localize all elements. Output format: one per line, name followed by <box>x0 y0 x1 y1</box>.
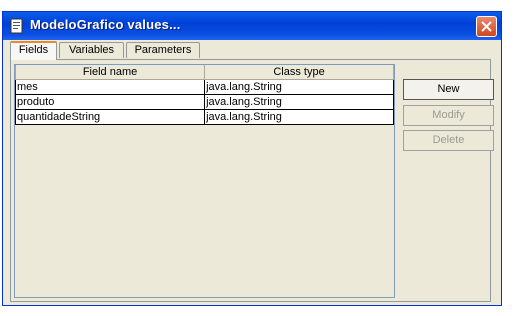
column-header-class-type[interactable]: Class type <box>204 65 394 80</box>
fields-table-container: Field name Class type mes java.lang.Stri… <box>14 64 395 298</box>
column-header-field-name[interactable]: Field name <box>14 65 206 80</box>
tab-fields[interactable]: Fields <box>10 41 57 60</box>
title-bar[interactable]: ModeloGrafico values... <box>3 12 501 40</box>
close-button[interactable] <box>476 16 497 37</box>
fields-panel: Field name Class type mes java.lang.Stri… <box>10 59 494 302</box>
fields-table: Field name Class type mes java.lang.Stri… <box>14 65 394 125</box>
dialog-window: ModeloGrafico values... Fields Variables… <box>2 11 502 306</box>
table-header-row: Field name Class type <box>14 65 394 80</box>
window-title: ModeloGrafico values... <box>30 17 181 32</box>
tab-parameters[interactable]: Parameters <box>126 42 200 58</box>
field-name-cell[interactable]: produto <box>14 94 206 110</box>
close-icon <box>481 21 492 32</box>
modify-button[interactable]: Modify <box>403 105 494 126</box>
tab-variables[interactable]: Variables <box>59 42 124 58</box>
class-type-cell[interactable]: java.lang.String <box>204 79 394 95</box>
class-type-cell[interactable]: java.lang.String <box>204 109 394 125</box>
delete-button[interactable]: Delete <box>403 130 494 151</box>
field-name-cell[interactable]: quantidadeString <box>14 109 206 125</box>
table-row[interactable]: quantidadeString java.lang.String <box>14 109 394 125</box>
class-type-cell[interactable]: java.lang.String <box>204 94 394 110</box>
new-button[interactable]: New <box>403 79 494 100</box>
table-row[interactable]: produto java.lang.String <box>14 94 394 110</box>
document-icon <box>9 18 25 34</box>
field-name-cell[interactable]: mes <box>14 79 206 95</box>
table-row[interactable]: mes java.lang.String <box>14 79 394 95</box>
